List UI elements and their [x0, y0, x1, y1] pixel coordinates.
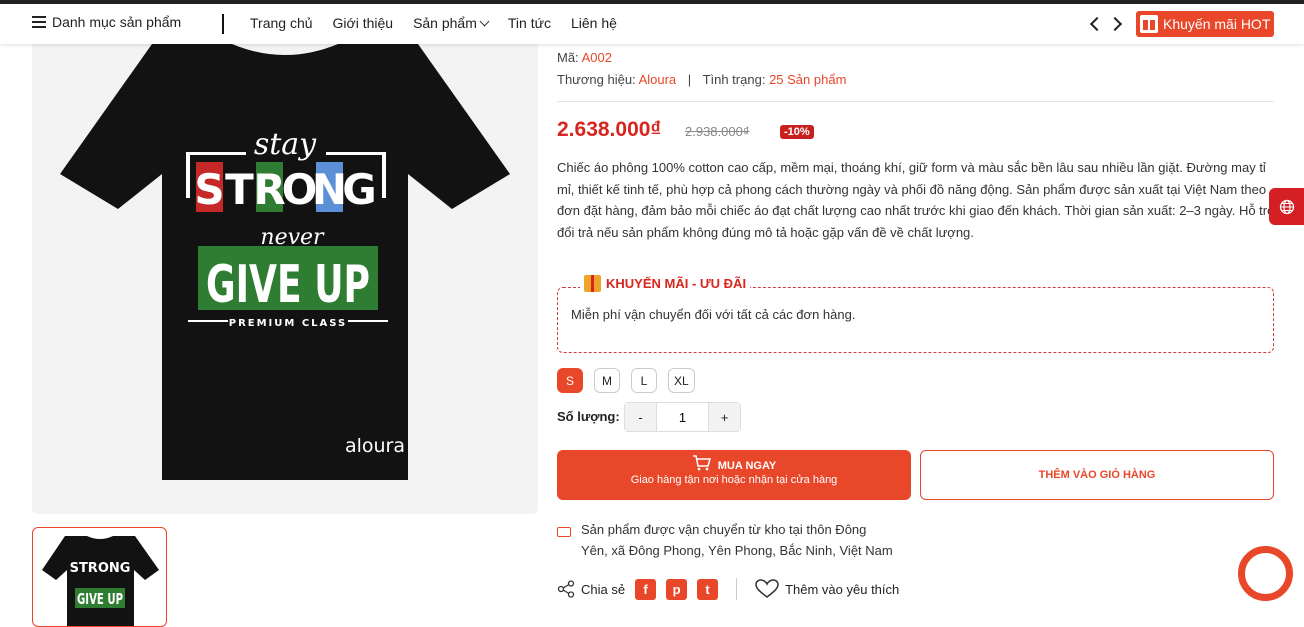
quantity-decrease-button[interactable]: - — [625, 403, 656, 431]
size-option-m[interactable]: M — [594, 368, 620, 393]
tshirt-thumbnail-illustration: STRONG GIVE UP — [42, 536, 159, 626]
promo-text: Miễn phí vận chuyển đối với tất cả các đ… — [571, 307, 856, 322]
thumb-text-strong: STRONG — [70, 561, 131, 576]
product-code-value: A002 — [581, 50, 612, 65]
gift-icon — [584, 275, 601, 292]
gift-icon — [1140, 15, 1158, 33]
shirt-letter: S — [194, 165, 224, 214]
brand-label: Thương hiệu: — [557, 72, 636, 87]
shirt-strong-letters: S T RONG — [194, 162, 377, 214]
product-thumbnail[interactable]: STRONG GIVE UP — [32, 527, 167, 627]
nav-divider — [222, 14, 224, 34]
category-menu-button[interactable]: Danh mục sản phẩm — [32, 14, 181, 30]
buy-now-button[interactable]: MUA NGAY Giao hàng tận nơi hoặc nhận tại… — [557, 450, 911, 500]
promo-title-text: KHUYẾN MÃI - ƯU ĐÃI — [606, 276, 747, 291]
chevron-right-icon[interactable] — [1110, 16, 1124, 32]
size-selector: S M L XL — [557, 368, 695, 393]
chevron-left-icon[interactable] — [1088, 16, 1102, 32]
share-label: Chia sẻ — [581, 581, 626, 597]
product-code-label: Mã: — [557, 50, 579, 65]
shipping-line-2: Yên, xã Đông Phong, Yên Phong, Bắc Ninh,… — [581, 543, 893, 558]
wishlist-button[interactable]: Thêm vào yêu thích — [755, 579, 899, 599]
facebook-icon[interactable]: f — [635, 578, 657, 600]
main-navbar: Danh mục sản phẩm Trang chủ Giới thiệu S… — [0, 4, 1304, 44]
tshirt-illustration: stay S T RONG never GIVE UP PREMIUM CLASS … — [60, 44, 510, 480]
cart-icon — [692, 455, 711, 471]
shipping-info: Sản phẩm được vận chuyển từ kho tại thôn… — [557, 519, 893, 561]
promo-title: KHUYẾN MÃI - ƯU ĐÃI — [580, 275, 751, 292]
quantity-input[interactable] — [656, 403, 709, 431]
product-description: Chiếc áo phông 100% cotton cao cấp, mềm … — [557, 160, 1276, 240]
language-button[interactable] — [1269, 188, 1304, 225]
wishlist-label: Thêm vào yêu thích — [785, 581, 900, 597]
nav-link-products-label: Sản phẩm — [413, 15, 477, 31]
product-main-image[interactable]: stay STRONG never GIVE UP PREMIUM CLASS … — [32, 44, 538, 514]
nav-link-about[interactable]: Giới thiệu — [333, 15, 394, 31]
buy-now-sublabel: Giao hàng tận nơi hoặc nhận tại cửa hàng — [630, 474, 838, 486]
nav-links: Trang chủ Giới thiệu Sản phẩm Tin tức Li… — [250, 15, 637, 31]
size-option-s[interactable]: S — [557, 368, 583, 393]
nav-link-news[interactable]: Tin tức — [508, 15, 551, 31]
buy-now-label: MUA NGAY — [717, 460, 777, 472]
discount-badge: -10% — [780, 125, 814, 139]
twitter-icon[interactable]: t — [697, 578, 719, 600]
chevron-down-icon — [479, 16, 490, 27]
product-brand-row: Thương hiệu: Aloura | Tình trạng: 25 Sản… — [557, 72, 846, 87]
truck-icon — [557, 527, 571, 537]
quantity-label: Số lượng: — [557, 409, 620, 424]
size-option-l[interactable]: L — [631, 368, 657, 393]
divider — [557, 101, 1274, 102]
size-option-xl[interactable]: XL — [668, 368, 695, 393]
nav-link-products[interactable]: Sản phẩm — [413, 15, 490, 31]
hot-promo-button[interactable]: Khuyến mãi HOT — [1136, 11, 1274, 37]
product-code-row: Mã: A002 — [557, 50, 612, 65]
share-row: Chia sẻ f p t Thêm vào yêu thích — [557, 578, 899, 600]
pinterest-icon[interactable]: p — [666, 578, 688, 600]
add-to-cart-button[interactable]: THÊM VÀO GIỎ HÀNG — [920, 450, 1274, 500]
brand-link[interactable]: Aloura — [639, 72, 677, 87]
current-price: 2.638.000₫ — [557, 118, 662, 141]
chat-icon[interactable] — [1238, 546, 1293, 601]
share-divider — [736, 578, 738, 600]
quantity-stepper: - + — [624, 402, 741, 432]
shirt-text-give-up: GIVE UP — [206, 255, 370, 315]
shirt-text-premium: PREMIUM CLASS — [229, 318, 348, 329]
shirt-letter: T — [225, 165, 254, 214]
nav-link-contact[interactable]: Liên hệ — [571, 15, 617, 31]
hamburger-icon — [32, 16, 46, 28]
stock-status: 25 Sản phẩm — [769, 72, 847, 87]
shirt-text-stay: stay — [254, 127, 317, 162]
share-icon — [557, 580, 575, 598]
quantity-increase-button[interactable]: + — [709, 403, 740, 431]
status-label: Tình trạng: — [702, 72, 766, 87]
globe-icon — [1279, 199, 1294, 214]
thumb-text-give-up: GIVE UP — [77, 590, 123, 608]
meta-separator: | — [687, 72, 692, 87]
nav-link-home[interactable]: Trang chủ — [250, 15, 313, 31]
heart-icon — [755, 579, 779, 598]
shirt-brand-mark: aloura — [345, 435, 405, 457]
category-menu-label: Danh mục sản phẩm — [52, 14, 182, 30]
original-price: 2.938.000₫ — [685, 124, 750, 139]
shipping-line-1: Sản phẩm được vận chuyển từ kho tại thôn… — [581, 522, 867, 537]
shirt-letter: G — [342, 165, 376, 214]
hot-promo-label: Khuyến mãi HOT — [1163, 16, 1271, 32]
